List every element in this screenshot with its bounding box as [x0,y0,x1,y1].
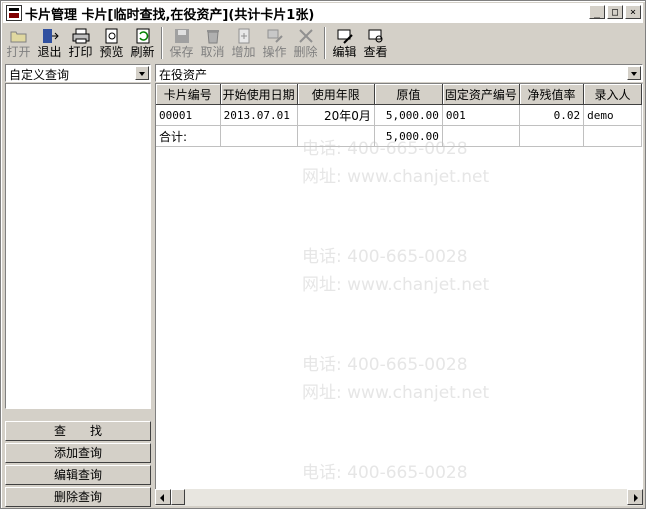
watermark-phone: 电话: 400-665-0028 [302,463,468,483]
query-list[interactable] [5,83,151,409]
title-bar: 卡片管理 卡片[临时查找,在役资产](共计卡片1张) _ □ × [3,3,643,23]
edit-label: 编辑 [332,45,357,59]
table-cell [220,125,298,147]
add-button[interactable]: 增加 [228,25,259,61]
print-preview-icon [103,28,121,44]
refresh-icon [134,28,152,44]
watermark-site: 网址: www.chanjet.net [302,275,490,295]
column-header[interactable]: 开始使用日期 [220,84,298,105]
table-cell [583,125,642,147]
operate-label: 操作 [262,45,287,59]
maximize-button[interactable]: □ [607,5,623,19]
delete-x-icon [297,28,315,44]
scroll-right-icon[interactable] [627,489,643,505]
view-label: 查看 [363,45,388,59]
operate-icon [266,28,284,44]
total-value-cell: 5,000.00 [374,125,443,147]
chevron-down-icon[interactable] [135,66,149,80]
find-button[interactable]: 查 找 [5,421,151,441]
watermark-phone: 电话: 400-665-0028 [302,355,468,375]
refresh-button[interactable]: 刷新 [127,25,158,61]
salvage-rate-cell[interactable]: 0.02 [519,104,585,126]
preview-label: 预览 [99,45,124,59]
add-query-button[interactable]: 添加查询 [5,443,151,463]
cancel-label: 取消 [200,45,225,59]
watermark-phone: 电话: 400-665-0028 [302,247,468,267]
exit-door-icon [41,28,59,44]
original-value-cell[interactable]: 5,000.00 [374,104,443,126]
edit-button[interactable]: 编辑 [329,25,360,61]
asset-number-cell[interactable]: 001 [442,104,520,126]
table-cell [442,125,520,147]
column-header[interactable]: 净残值率 [519,84,585,105]
edit-icon [336,28,354,44]
table-cell [297,125,375,147]
column-header[interactable]: 录入人 [583,84,642,105]
view-button[interactable]: 查看 [360,25,391,61]
folder-open-icon [10,28,28,44]
printer-icon [72,28,90,44]
add-document-icon [235,28,253,44]
window-title: 卡片管理 卡片[临时查找,在役资产](共计卡片1张) [25,7,315,23]
watermark-site: 网址: www.chanjet.net [302,167,490,187]
toolbar-separator [324,27,326,59]
table-header-row: 卡片编号 开始使用日期 使用年限 原值 固定资产编号 净残值率 录入人 [156,84,642,105]
edit-query-button[interactable]: 编辑查询 [5,465,151,485]
operate-button[interactable]: 操作 [259,25,290,61]
view-icon [367,28,385,44]
floppy-icon [173,28,191,44]
open-button[interactable]: 打开 [3,25,34,61]
column-header[interactable]: 使用年限 [297,84,375,105]
table-cell [519,125,585,147]
card-table-area: 电话: 400-665-0028 网址: www.chanjet.net 电话:… [155,83,643,505]
column-header[interactable]: 卡片编号 [156,84,221,105]
entered-by-cell[interactable]: demo [583,104,642,126]
watermark-site: 网址: www.chanjet.net [302,383,490,403]
app-icon [6,5,22,21]
cancel-button[interactable]: 取消 [197,25,228,61]
save-button[interactable]: 保存 [166,25,197,61]
column-header[interactable]: 原值 [374,84,443,105]
add-label: 增加 [231,45,256,59]
column-header[interactable]: 固定资产编号 [442,84,520,105]
delete-query-button[interactable]: 删除查询 [5,487,151,507]
save-label: 保存 [169,45,194,59]
exit-button[interactable]: 退出 [34,25,65,61]
print-button[interactable]: 打印 [65,25,96,61]
exit-label: 退出 [37,45,62,59]
table-row[interactable]: 00001 2013.07.01 20年0月 5,000.00 001 0.02… [156,104,642,126]
total-label-cell: 合计: [156,125,221,147]
scroll-thumb[interactable] [171,489,185,505]
open-label: 打开 [6,45,31,59]
start-date-cell[interactable]: 2013.07.01 [220,104,298,126]
close-button[interactable]: × [625,5,641,19]
refresh-label: 刷新 [130,45,155,59]
toolbar: 打开 退出 打印 预览 刷新 保存 取消 增加 操作 删除 编辑 查看 [3,25,643,61]
asset-status-select[interactable]: 在役资产 [155,64,643,82]
trash-icon [204,28,222,44]
minimize-button[interactable]: _ [589,5,605,19]
scroll-left-icon[interactable] [155,489,171,505]
query-type-select[interactable]: 自定义查询 [5,64,151,82]
table-total-row: 合计: 5,000.00 [156,125,642,147]
query-type-value: 自定义查询 [9,68,70,82]
card-number-cell[interactable]: 00001 [156,104,221,126]
useful-life-cell[interactable]: 20年0月 [297,104,375,126]
asset-status-value: 在役资产 [159,68,208,82]
delete-label: 删除 [293,45,318,59]
chevron-down-icon[interactable] [627,66,641,80]
card-table: 卡片编号 开始使用日期 使用年限 原值 固定资产编号 净残值率 录入人 0000… [156,84,642,147]
print-label: 打印 [68,45,93,59]
delete-button[interactable]: 删除 [290,25,321,61]
toolbar-separator [161,27,163,59]
left-splitter[interactable] [5,409,151,421]
preview-button[interactable]: 预览 [96,25,127,61]
horizontal-scrollbar[interactable] [155,489,643,506]
card-management-window: 卡片管理 卡片[临时查找,在役资产](共计卡片1张) _ □ × 打开 退出 打… [0,0,646,509]
